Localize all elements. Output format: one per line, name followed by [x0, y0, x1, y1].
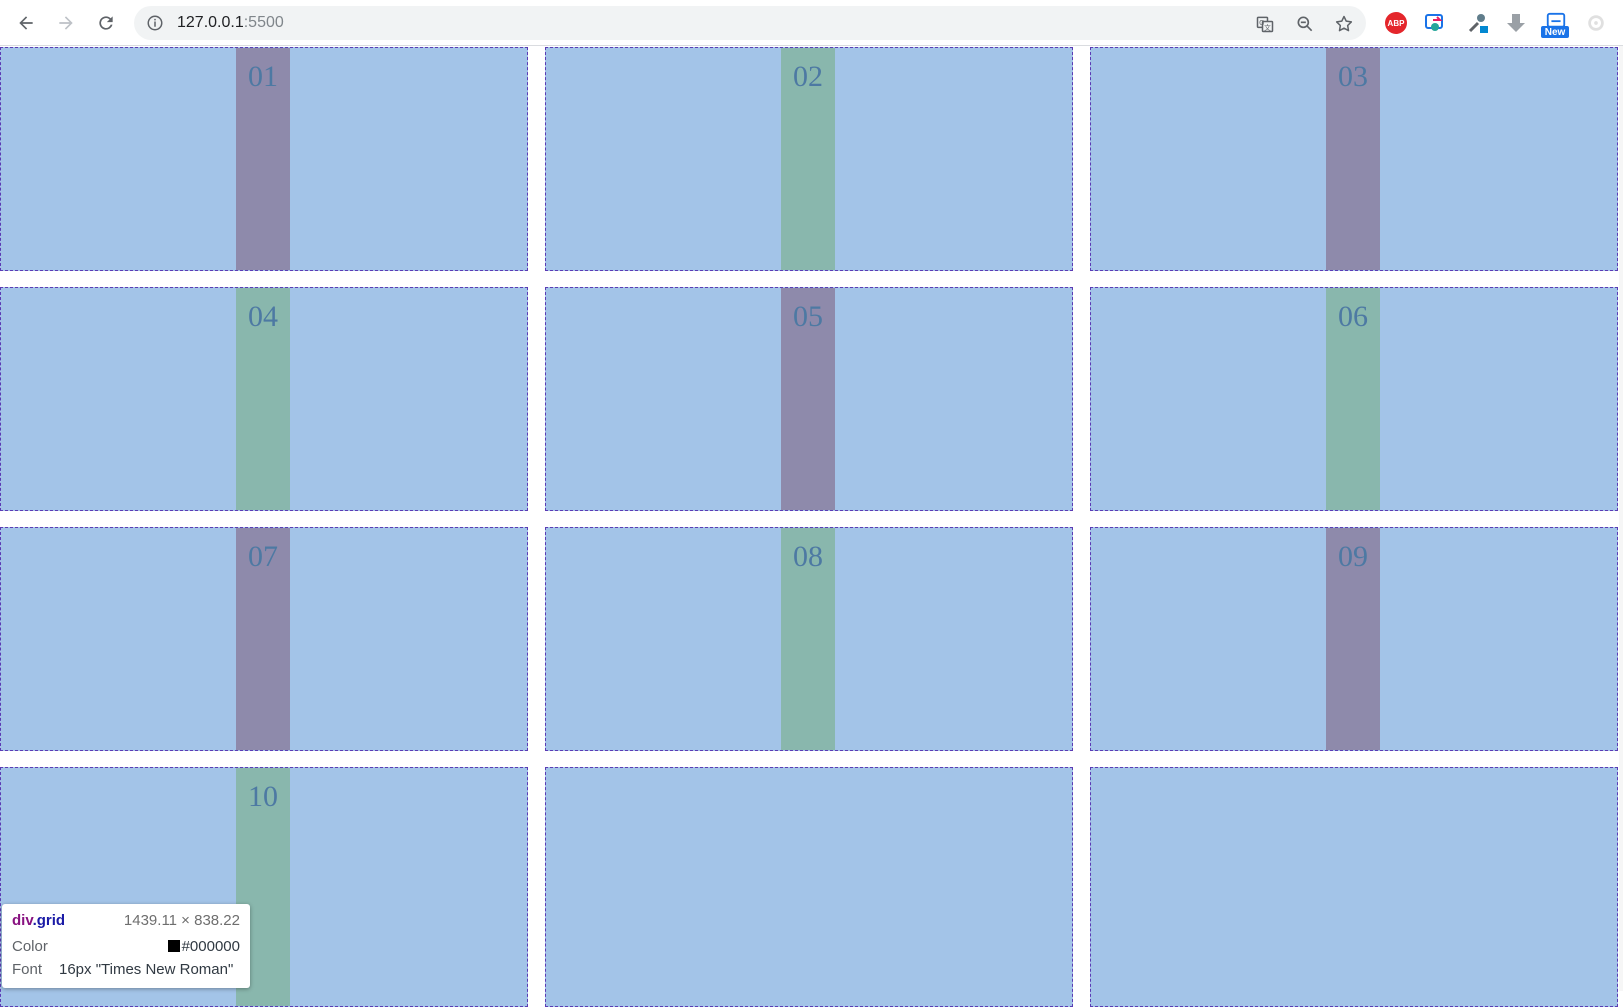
- cast-extension[interactable]: [1422, 10, 1448, 36]
- new-badge: New: [1541, 26, 1569, 38]
- grid-item: 08: [545, 527, 1073, 751]
- back-button[interactable]: [12, 9, 40, 37]
- grid-item-number: 03: [1338, 60, 1368, 93]
- abp-icon: ABP: [1385, 12, 1407, 34]
- svg-text:G: G: [1259, 19, 1264, 27]
- arrow-right-icon: [59, 16, 73, 30]
- grid-item: [545, 767, 1073, 1007]
- download-arrow-icon: [1507, 14, 1525, 32]
- grid-item-number: 06: [1338, 300, 1368, 333]
- scrollbar-track[interactable]: [1619, 46, 1623, 991]
- devtools-inspect-tooltip: div.grid 1439.11 × 838.22 Color #000000 …: [2, 904, 250, 988]
- forward-button[interactable]: [52, 9, 80, 37]
- download-extension[interactable]: [1503, 10, 1529, 36]
- grid-item-number: 07: [248, 540, 278, 573]
- eyedropper-icon: [1468, 14, 1488, 33]
- tooltip-color-value: #000000: [181, 938, 240, 955]
- disabled-extension[interactable]: [1583, 10, 1609, 36]
- grid-item-number: 01: [248, 60, 278, 93]
- grid-item: 05: [545, 287, 1073, 511]
- url-text[interactable]: 127.0.0.1:5500: [177, 14, 284, 32]
- grid-item: 07: [0, 527, 528, 751]
- adblock-extension[interactable]: ABP: [1383, 10, 1409, 36]
- grid-item-number: 05: [793, 300, 823, 333]
- tooltip-class: .grid: [32, 912, 66, 929]
- grid-container: 01 02 03 04 05 06 07 08 09 10: [0, 46, 1620, 1007]
- grid-item-number: 08: [793, 540, 823, 573]
- grid-item: [1090, 767, 1618, 1007]
- gear-icon: [1588, 15, 1604, 31]
- grid-item: 02: [545, 47, 1073, 271]
- bookmark-star-icon[interactable]: [1333, 13, 1355, 35]
- svg-text:文: 文: [1264, 23, 1271, 32]
- grid-item-number: 10: [248, 780, 278, 813]
- grid-item: 09: [1090, 527, 1618, 751]
- tooltip-dimensions: 1439.11 × 838.22: [123, 912, 240, 929]
- grid-item: 01: [0, 47, 528, 271]
- grid-item: 06: [1090, 287, 1618, 511]
- tooltip-color-key: Color: [12, 938, 48, 955]
- arrow-left-icon: [19, 16, 33, 30]
- reload-icon: [99, 16, 113, 30]
- grid-item-number: 04: [248, 300, 278, 333]
- address-bar[interactable]: 127.0.0.1:5500 文G: [134, 6, 1366, 40]
- grid-item-number: 09: [1338, 540, 1368, 573]
- translate-icon[interactable]: 文G: [1254, 13, 1276, 35]
- url-host: 127.0.0.1: [177, 14, 244, 31]
- info-icon[interactable]: [146, 14, 164, 32]
- tooltip-color-row: Color #000000: [12, 938, 240, 958]
- screen-share-icon: [1425, 14, 1443, 31]
- eyedropper-extension[interactable]: [1465, 10, 1491, 36]
- tooltip-font-row: Font 16px "Times New Roman": [12, 961, 240, 981]
- grid-item: 04: [0, 287, 528, 511]
- browser-toolbar: 127.0.0.1:5500 文G ABP New: [0, 0, 1623, 46]
- tooltip-selector-row: div.grid 1439.11 × 838.22: [12, 912, 240, 932]
- color-swatch: [167, 940, 180, 952]
- grid-item: 03: [1090, 47, 1618, 271]
- tooltip-font-key: Font: [12, 961, 43, 978]
- tooltip-tag: div: [12, 912, 33, 929]
- zoom-icon[interactable]: [1294, 13, 1316, 35]
- screenshot-extension[interactable]: New: [1541, 10, 1571, 38]
- reload-button[interactable]: [92, 9, 120, 37]
- grid-item-number: 02: [793, 60, 823, 93]
- tooltip-font-value: 16px "Times New Roman": [59, 961, 234, 978]
- url-port: :5500: [243, 14, 284, 31]
